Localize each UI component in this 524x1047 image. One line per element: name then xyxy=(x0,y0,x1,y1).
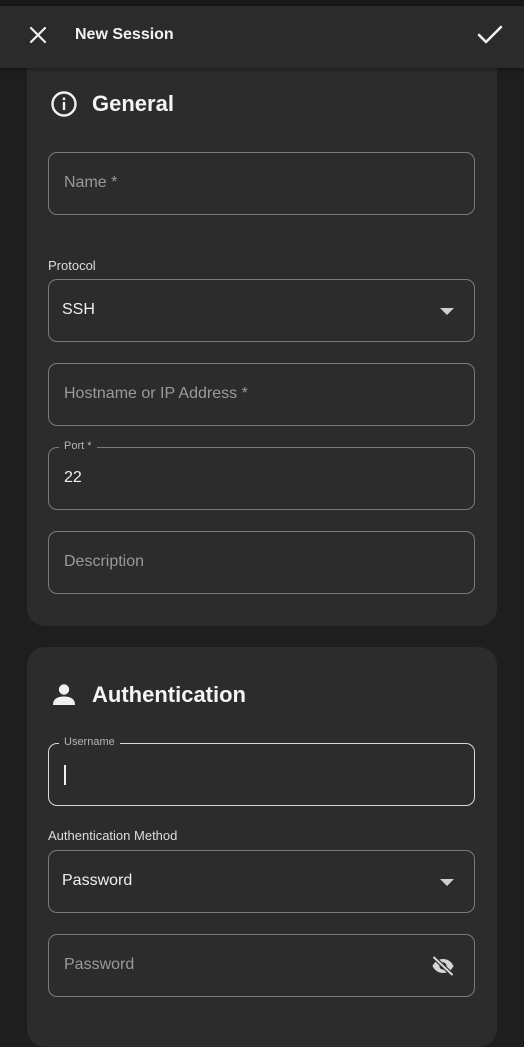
password-field[interactable]: Password xyxy=(48,934,475,997)
general-header: General xyxy=(50,90,174,118)
port-value: 22 xyxy=(64,469,82,486)
name-field[interactable]: Name * xyxy=(48,152,475,215)
protocol-label: Protocol xyxy=(48,258,96,273)
authentication-header: Authentication xyxy=(50,681,246,709)
port-label: Port * xyxy=(59,440,97,452)
auth-method-select[interactable]: Password xyxy=(48,850,475,913)
section-title-authentication: Authentication xyxy=(92,682,246,707)
username-field[interactable]: Username xyxy=(48,736,475,806)
person-icon xyxy=(50,681,78,709)
text-cursor xyxy=(64,765,66,785)
name-placeholder: Name * xyxy=(64,174,118,191)
close-icon xyxy=(28,25,48,50)
description-field[interactable]: Description xyxy=(48,531,475,594)
info-icon xyxy=(50,90,78,118)
hostname-placeholder: Hostname or IP Address * xyxy=(64,385,248,402)
authentication-card: Authentication Username Authentication M… xyxy=(27,647,497,1047)
port-field[interactable]: Port * 22 xyxy=(48,440,475,510)
close-button[interactable] xyxy=(22,21,54,53)
app-bar: New Session xyxy=(0,6,524,68)
confirm-button[interactable] xyxy=(472,19,508,55)
dropdown-arrow-icon xyxy=(440,308,454,315)
hostname-field[interactable]: Hostname or IP Address * xyxy=(48,363,475,426)
password-placeholder: Password xyxy=(64,956,135,973)
auth-method-label: Authentication Method xyxy=(48,828,178,843)
eye-off-icon[interactable] xyxy=(430,954,456,978)
check-icon xyxy=(477,24,503,51)
protocol-select[interactable]: SSH xyxy=(48,279,475,342)
protocol-value: SSH xyxy=(62,301,95,318)
general-card: General Name * Protocol SSH Hostname or … xyxy=(27,40,497,626)
dropdown-arrow-icon xyxy=(440,879,454,886)
username-label: Username xyxy=(59,736,120,748)
page-title: New Session xyxy=(75,26,174,43)
description-placeholder: Description xyxy=(64,553,145,570)
auth-method-value: Password xyxy=(62,872,133,889)
section-title-general: General xyxy=(92,91,174,116)
